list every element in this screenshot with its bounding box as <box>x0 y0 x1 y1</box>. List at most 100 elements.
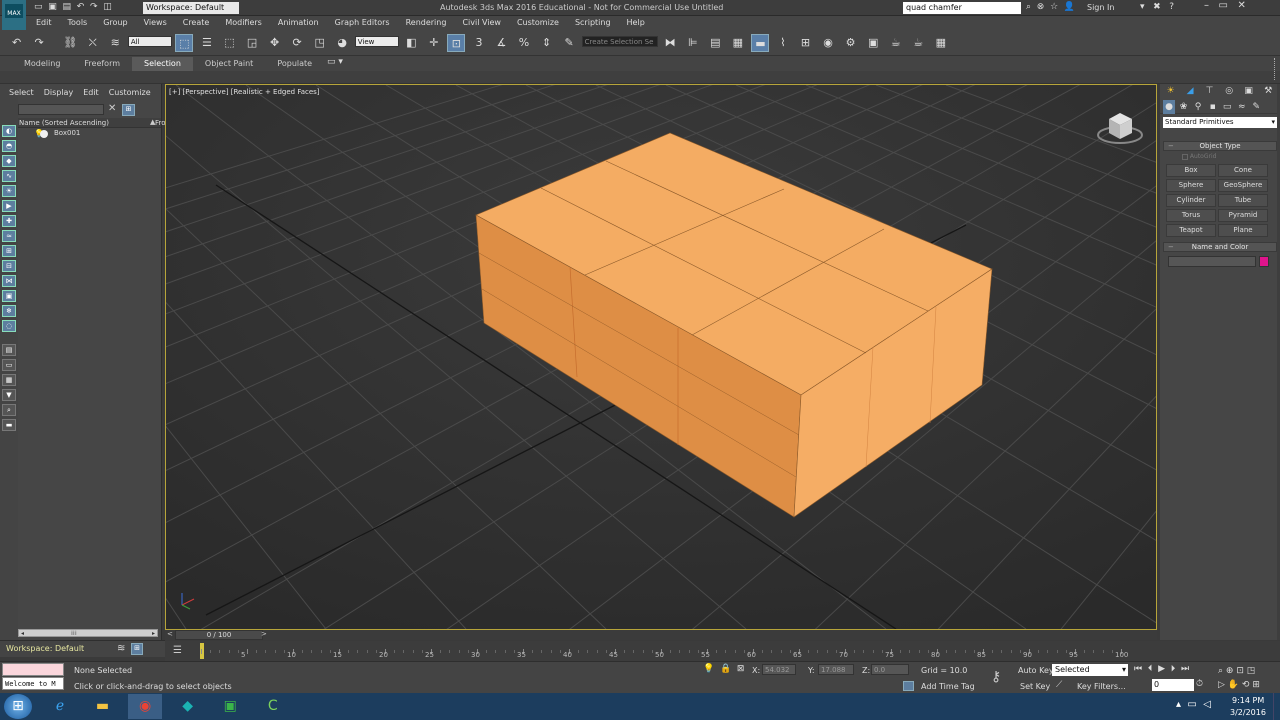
max-toggle-icon[interactable]: ⊞ <box>1252 680 1260 690</box>
object-color-swatch[interactable] <box>1259 256 1269 267</box>
graphite-ribbon-icon[interactable]: ▬ <box>751 34 770 52</box>
menu-item-modifiers[interactable]: Modifiers <box>217 16 270 30</box>
isolate-icon[interactable]: 💡 <box>703 664 714 674</box>
track-bar[interactable]: ☰ 5 10 15 20 25 30 35 40 45 50 55 60 65 70 75 80 85 90 95 1… <box>165 641 1280 661</box>
explorer-menu-select[interactable]: Select <box>4 88 39 97</box>
align-icon[interactable]: ⊫ <box>684 34 702 52</box>
menu-item-scripting[interactable]: Scripting <box>567 16 619 30</box>
primitives-dropdown[interactable]: Standard Primitives ▾ <box>1163 117 1277 128</box>
selection-filter-dropdown[interactable]: All <box>127 36 172 47</box>
menu-item-graph-editors[interactable]: Graph Editors <box>327 16 398 30</box>
menu-item-rendering[interactable]: Rendering <box>398 16 455 30</box>
menu-item-help[interactable]: Help <box>619 16 653 30</box>
select-by-name-icon[interactable]: ☰ <box>198 34 216 52</box>
motion-tab-icon[interactable]: ◎ <box>1221 84 1238 98</box>
auto-key-button[interactable]: Auto Key <box>1018 666 1054 675</box>
next-key-icon[interactable]: ⏵ <box>1171 664 1176 674</box>
sphere-button[interactable]: Sphere <box>1166 179 1216 192</box>
keyboard-shortcut-icon[interactable]: ⊡ <box>447 34 466 52</box>
menu-item-tools[interactable]: Tools <box>60 16 96 30</box>
select-object-icon[interactable]: ⬚ <box>175 34 194 52</box>
z-coord-field[interactable]: 0.0 <box>871 664 909 675</box>
maxscript-listener-top[interactable] <box>2 663 64 676</box>
ribbon-tab-populate[interactable]: Populate <box>265 57 324 71</box>
menu-item-customize[interactable]: Customize <box>509 16 567 30</box>
edit-named-sel-icon[interactable]: ✎ <box>560 34 578 52</box>
ie-icon[interactable]: ℯ <box>43 694 77 719</box>
ribbon-handle[interactable] <box>1274 58 1277 80</box>
spacewarps-category-icon[interactable]: ≈ <box>1236 100 1248 114</box>
render-production-icon[interactable]: ☕ <box>887 34 905 52</box>
region-select-icon[interactable]: ⬚ <box>220 34 238 52</box>
mirror-icon[interactable]: ⧓ <box>661 34 679 52</box>
select-manipulate-icon[interactable]: ✛ <box>425 34 443 52</box>
chrome-icon[interactable]: ◉ <box>128 694 163 719</box>
explorer-hscrollbar[interactable]: ◂ ⁞⁞⁞ ▸ <box>18 629 158 637</box>
display-shapes-icon[interactable]: ∿ <box>2 170 16 182</box>
menu-item-views[interactable]: Views <box>136 16 175 30</box>
clock-time[interactable]: 9:14 PM <box>1232 696 1264 705</box>
redo-icon[interactable]: ↷ <box>90 2 98 12</box>
minimize-button[interactable]: – <box>1204 0 1209 11</box>
hierarchy-icon[interactable]: ▭ <box>2 359 16 371</box>
start-button[interactable]: ⊞ <box>4 694 32 719</box>
name-column-header[interactable]: Name (Sorted Ascending) <box>19 119 109 127</box>
explorer-options-icon[interactable]: ⊞ <box>122 104 135 116</box>
user-icon[interactable]: 👤 <box>1064 2 1075 12</box>
plane-button[interactable]: Plane <box>1218 224 1268 237</box>
set-key-icon[interactable]: ⚷ <box>991 669 1001 685</box>
pyramid-button[interactable]: Pyramid <box>1218 209 1268 222</box>
time-slider-thumb[interactable]: 0 / 100 <box>175 630 263 640</box>
utilities-tab-icon[interactable]: ⚒ <box>1260 84 1277 98</box>
undo-icon[interactable]: ↶ <box>77 2 85 12</box>
geosphere-button[interactable]: GeoSphere <box>1218 179 1268 192</box>
curve-editor-icon[interactable]: ⌇ <box>774 34 792 52</box>
maximize-viewport-icon[interactable]: ◳ <box>1247 666 1256 676</box>
track-bar-icon[interactable]: ☰ <box>173 645 182 656</box>
display-cameras-icon[interactable]: ▶ <box>2 200 16 212</box>
material-editor-icon[interactable]: ◉ <box>819 34 837 52</box>
ribbon-tab-freeform[interactable]: Freeform <box>72 57 132 71</box>
explorer-menu-edit[interactable]: Edit <box>78 88 104 97</box>
camtasia-icon[interactable]: ▣ <box>213 694 247 719</box>
sign-in-link[interactable]: Sign In <box>1087 3 1114 12</box>
app-c-icon[interactable]: C <box>256 694 290 719</box>
helpers-category-icon[interactable]: ▭ <box>1221 100 1233 114</box>
workspace-dropdown[interactable]: Workspace: Default <box>143 2 239 14</box>
cylinder-button[interactable]: Cylinder <box>1166 194 1216 207</box>
autogrid-checkbox[interactable]: AutoGrid <box>1160 153 1280 163</box>
object-name-field[interactable] <box>1168 256 1256 267</box>
absolute-mode-icon[interactable]: ⊠ <box>737 664 745 674</box>
rendered-frame-icon[interactable]: ▣ <box>864 34 882 52</box>
display-bones-icon[interactable]: ⋈ <box>2 275 16 287</box>
bind-spacewarp-icon[interactable]: ≋ <box>106 34 124 52</box>
prev-key-icon[interactable]: ⏴ <box>1148 664 1153 674</box>
display-spacewarps-icon[interactable]: ≈ <box>2 230 16 242</box>
prev-frame-icon[interactable]: < <box>167 630 173 638</box>
pan-icon[interactable]: ✋ <box>1228 680 1239 690</box>
favorites-icon[interactable]: ☆ <box>1050 2 1058 12</box>
show-desktop-button[interactable] <box>1273 693 1280 720</box>
sort-icon[interactable]: ▤ <box>2 344 16 356</box>
viewport-label[interactable]: [+] [Perspective] [Realistic + Edged Fac… <box>169 88 320 96</box>
go-to-end-icon[interactable]: ⏭ <box>1181 664 1189 674</box>
menu-item-group[interactable]: Group <box>95 16 135 30</box>
open-icon[interactable]: ▣ <box>48 2 57 12</box>
maxscript-listener-input[interactable]: Welcome to M <box>2 677 64 690</box>
ref-coord-dropdown[interactable]: View <box>354 36 399 47</box>
display-xrefs-icon[interactable]: ⊟ <box>2 260 16 272</box>
lock-selection-icon[interactable]: 🔒 <box>720 664 731 674</box>
ribbon-tab-modeling[interactable]: Modeling <box>12 57 72 71</box>
rotate-icon[interactable]: ⟳ <box>288 34 306 52</box>
new-icon[interactable]: ▭ <box>34 2 43 12</box>
key-filters-icon[interactable]: ⟋ <box>1056 680 1062 690</box>
move-icon[interactable]: ✥ <box>266 34 284 52</box>
exchange-icon[interactable]: ✖ <box>1153 2 1161 12</box>
placement-icon[interactable]: ◕ <box>333 34 351 52</box>
display-lights-icon[interactable]: ☀ <box>2 185 16 197</box>
angle-snap-icon[interactable]: ∡ <box>492 34 510 52</box>
unlink-icon[interactable]: ⛌ <box>84 34 102 52</box>
menu-item-civil-view[interactable]: Civil View <box>454 16 509 30</box>
display-containers-icon[interactable]: ▣ <box>2 290 16 302</box>
explorer-search-field[interactable] <box>18 104 104 115</box>
